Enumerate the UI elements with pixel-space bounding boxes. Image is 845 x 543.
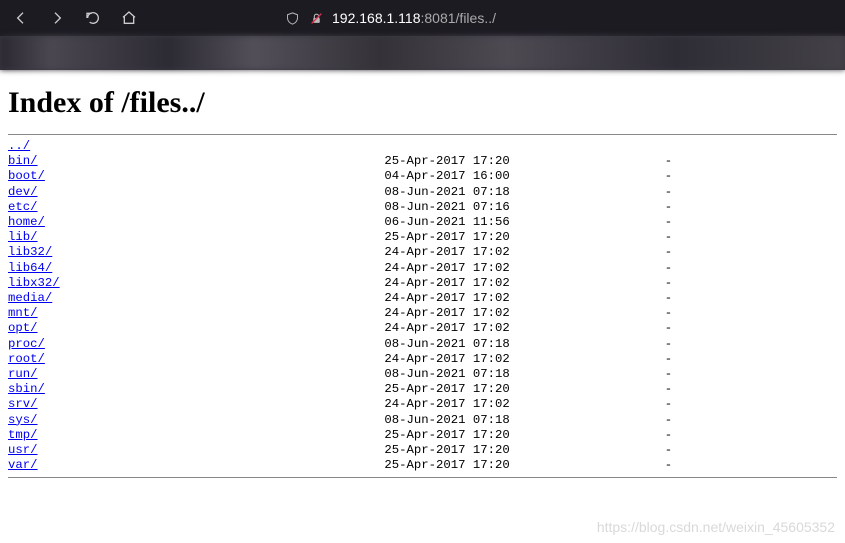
dir-link[interactable]: lib64/ — [8, 261, 52, 275]
shield-icon — [284, 10, 300, 26]
dir-link[interactable]: lib/ — [8, 230, 38, 244]
back-button[interactable] — [10, 7, 32, 29]
dir-link[interactable]: run/ — [8, 367, 38, 381]
url-path: /files../ — [456, 10, 496, 26]
reload-button[interactable] — [82, 7, 104, 29]
top-rule — [8, 134, 837, 135]
watermark: https://blog.csdn.net/weixin_45605352 — [597, 519, 835, 535]
url-host: 192.168.1.118 — [332, 10, 421, 26]
dir-link[interactable]: root/ — [8, 352, 45, 366]
bottom-rule — [8, 477, 837, 478]
dir-link[interactable]: sys/ — [8, 413, 38, 427]
address-bar-wrap: 192.168.1.118:8081/files../ — [154, 0, 835, 36]
url-port: :8081 — [421, 10, 456, 26]
dir-link[interactable]: boot/ — [8, 169, 45, 183]
forward-button[interactable] — [46, 7, 68, 29]
dir-link[interactable]: var/ — [8, 458, 38, 472]
dir-link[interactable]: mnt/ — [8, 306, 38, 320]
dir-link[interactable]: usr/ — [8, 443, 38, 457]
dir-link[interactable]: srv/ — [8, 397, 38, 411]
url-text: 192.168.1.118:8081/files../ — [332, 10, 496, 26]
dir-link[interactable]: tmp/ — [8, 428, 38, 442]
dir-link[interactable]: libx32/ — [8, 276, 60, 290]
dir-link[interactable]: lib32/ — [8, 245, 52, 259]
bookmarks-bar-obscured — [0, 36, 845, 70]
dir-link[interactable]: bin/ — [8, 154, 38, 168]
dir-link[interactable]: dev/ — [8, 185, 38, 199]
page-title: Index of /files../ — [8, 86, 837, 120]
dir-link[interactable]: proc/ — [8, 337, 45, 351]
dir-link-parent[interactable]: ../ — [8, 139, 30, 153]
dir-link[interactable]: sbin/ — [8, 382, 45, 396]
insecure-lock-icon — [308, 10, 324, 26]
address-bar[interactable]: 192.168.1.118:8081/files../ — [284, 0, 496, 36]
dir-link[interactable]: home/ — [8, 215, 45, 229]
dir-link[interactable]: media/ — [8, 291, 52, 305]
page-content: Index of /files../ ../ bin/ 25-Apr-2017 … — [0, 70, 845, 490]
directory-listing: ../ bin/ 25-Apr-2017 17:20 - boot/ 04-Ap… — [8, 139, 837, 473]
browser-toolbar: 192.168.1.118:8081/files../ — [0, 0, 845, 36]
dir-link[interactable]: etc/ — [8, 200, 38, 214]
home-button[interactable] — [118, 7, 140, 29]
dir-link[interactable]: opt/ — [8, 321, 38, 335]
